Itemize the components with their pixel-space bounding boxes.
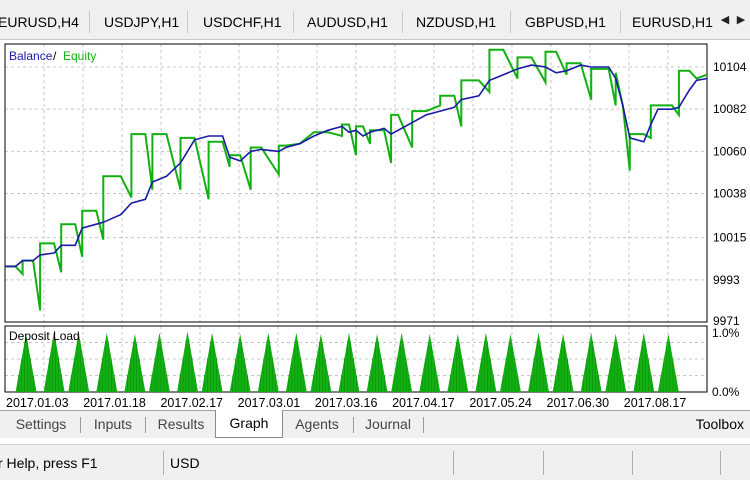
symbol-tab[interactable]: EURUSD,H1: [632, 8, 713, 36]
deposit-load-bars: [15, 331, 679, 392]
x-tick-label: 2017.02.17: [160, 396, 223, 410]
status-currency: USD: [170, 455, 200, 471]
status-help-text: r Help, press F1: [0, 455, 98, 471]
tab-settings[interactable]: Settings: [6, 411, 76, 437]
tab-divider: [510, 11, 511, 33]
status-divider: [632, 451, 633, 475]
symbol-tab[interactable]: AUDUSD,H1: [307, 8, 388, 36]
tab-divider: [187, 11, 188, 33]
tab-divider: [620, 11, 621, 33]
legend-separator: /: [53, 49, 57, 63]
y-tick-label: 10104: [713, 60, 747, 74]
x-tick-label: 2017.08.17: [624, 396, 687, 410]
deposit-load-label: Deposit Load: [9, 329, 80, 343]
x-tick-label: 2017.06.30: [547, 396, 610, 410]
y-tick-label: 10015: [713, 231, 747, 245]
y-tick-label: 10038: [713, 187, 747, 201]
tab-agents[interactable]: Agents: [285, 411, 349, 437]
y-tick-label: 10082: [713, 102, 747, 116]
tab-inputs[interactable]: Inputs: [84, 411, 142, 437]
y-axis-ticks: 101041008210060100381001599939971: [713, 60, 747, 328]
status-divider: [163, 451, 164, 475]
symbol-tab[interactable]: USDCHF,H1: [203, 8, 282, 36]
main-grid: [4, 44, 708, 323]
arrow-right-icon[interactable]: ▶: [734, 10, 748, 30]
tab-divider: [293, 11, 294, 33]
x-axis-ticks: 2017.01.03 2017.01.18 2017.02.17 2017.03.01…: [6, 396, 686, 410]
x-tick-label: 2017.04.17: [392, 396, 455, 410]
y-tick-label: 9993: [713, 273, 740, 287]
symbol-tab[interactable]: GBPUSD,H1: [525, 8, 606, 36]
x-tick-label: 2017.03.16: [315, 396, 378, 410]
x-tick-label: 2017.03.01: [238, 396, 301, 410]
tester-tabs: Settings Inputs Results Graph Agents Jou…: [0, 410, 750, 438]
chart-symbol-tabs: EURUSD,H4 USDJPY,H1 USDCHF,H1 AUDUSD,H1 …: [0, 0, 750, 40]
symbol-tab[interactable]: EURUSD,H4: [0, 8, 79, 36]
tab-divider: [402, 11, 403, 33]
tab-divider: [145, 417, 146, 433]
status-bar: r Help, press F1 USD: [0, 444, 750, 480]
toolbox-button[interactable]: Toolbox: [696, 411, 744, 437]
x-tick-label: 2017.01.03: [6, 396, 69, 410]
tab-divider: [353, 417, 354, 433]
tab-results[interactable]: Results: [149, 411, 213, 437]
deposit-scale-top: 1.0%: [712, 326, 740, 340]
tab-divider: [423, 417, 424, 433]
tab-graph[interactable]: Graph: [215, 410, 283, 438]
y-tick-label: 10060: [713, 144, 747, 158]
x-tick-label: 2017.01.18: [83, 396, 146, 410]
arrow-left-icon[interactable]: ◀: [718, 10, 732, 30]
status-divider: [453, 451, 454, 475]
tab-divider: [89, 11, 90, 33]
balance-equity-chart: 101041008210060100381001599939971 2017.0…: [4, 43, 747, 410]
status-divider: [720, 451, 721, 475]
deposit-scale-bottom: 0.0%: [712, 385, 740, 399]
status-divider: [543, 451, 544, 475]
legend-balance: Balance: [9, 49, 53, 63]
tab-journal[interactable]: Journal: [357, 411, 419, 437]
tab-divider: [80, 417, 81, 433]
symbol-tab[interactable]: USDJPY,H1: [104, 8, 179, 36]
x-tick-label: 2017.05.24: [469, 396, 532, 410]
symbol-tab[interactable]: NZDUSD,H1: [416, 8, 496, 36]
legend-equity: Equity: [63, 49, 96, 63]
tester-graph: 10104 10082 10060 10038 10015 9993 9971 2017.0…: [0, 41, 750, 410]
